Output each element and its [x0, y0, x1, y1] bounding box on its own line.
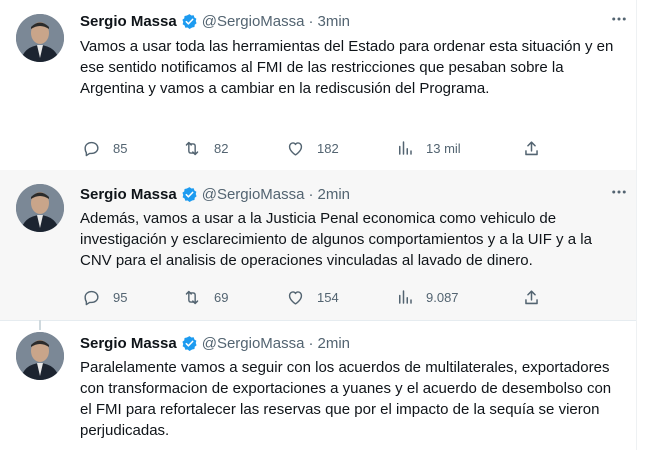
tweet[interactable]: Sergio Massa @SergioMassa · 2min Paralel… [0, 320, 650, 450]
verified-icon [181, 13, 198, 30]
more-icon[interactable] [608, 8, 630, 30]
views-button[interactable]: 13 mil [396, 136, 461, 160]
share-button[interactable] [522, 285, 541, 309]
author-name[interactable]: Sergio Massa [80, 13, 177, 30]
author-handle[interactable]: @SergioMassa [202, 13, 305, 30]
reply-button[interactable]: 85 [82, 136, 127, 160]
reply-icon [82, 139, 101, 158]
retweet-button[interactable]: 82 [182, 136, 228, 160]
views-icon [396, 139, 414, 157]
share-button[interactable] [522, 136, 541, 160]
timestamp[interactable]: 2min [318, 335, 351, 352]
tweet-thread: Sergio Massa @SergioMassa · 3min Vamos a… [0, 0, 650, 450]
thread-line [39, 320, 41, 330]
reply-icon [82, 288, 101, 307]
views-count: 9.087 [426, 289, 459, 305]
avatar[interactable] [16, 332, 64, 380]
retweet-icon [182, 139, 202, 158]
scrollbar-track[interactable] [636, 0, 650, 450]
retweet-count: 69 [214, 289, 229, 305]
views-icon [396, 288, 414, 306]
tweet-actions: 95 69 154 9.087 [80, 285, 560, 309]
tweet-header: Sergio Massa @SergioMassa · 2min [80, 183, 630, 205]
like-icon [286, 288, 305, 307]
timestamp[interactable]: 3min [318, 13, 351, 30]
author-name[interactable]: Sergio Massa [80, 335, 177, 352]
tweet-actions: 85 82 182 13 mil [80, 136, 560, 160]
avatar[interactable] [16, 14, 64, 62]
like-icon [286, 139, 305, 158]
tweet-header: Sergio Massa @SergioMassa · 3min [80, 10, 630, 32]
share-icon [522, 139, 541, 158]
views-button[interactable]: 9.087 [396, 285, 459, 309]
author-handle[interactable]: @SergioMassa [202, 186, 305, 203]
separator-dot: · [308, 12, 314, 30]
like-button[interactable]: 182 [286, 136, 339, 160]
tweet[interactable]: Sergio Massa @SergioMassa · 2min Además,… [0, 170, 650, 320]
separator-dot: · [308, 334, 314, 352]
author-handle[interactable]: @SergioMassa [202, 335, 305, 352]
tweet-text: Vamos a usar toda las herramientas del E… [80, 38, 614, 97]
retweet-button[interactable]: 69 [182, 285, 228, 309]
like-count: 154 [317, 289, 339, 305]
retweet-count: 82 [214, 140, 229, 156]
share-icon [522, 288, 541, 307]
tweet-header: Sergio Massa @SergioMassa · 2min [80, 332, 630, 354]
tweet-text: Además, vamos a usar a la Justicia Penal… [80, 210, 592, 269]
verified-icon [181, 335, 198, 352]
timestamp[interactable]: 2min [318, 186, 351, 203]
reply-button[interactable]: 95 [82, 285, 127, 309]
reply-count: 95 [113, 289, 128, 305]
like-button[interactable]: 154 [286, 285, 339, 309]
retweet-icon [182, 288, 202, 307]
like-count: 182 [317, 140, 339, 156]
reply-count: 85 [113, 140, 128, 156]
author-name[interactable]: Sergio Massa [80, 186, 177, 203]
tweet-text: Paralelamente vamos a seguir con los acu… [80, 359, 612, 439]
verified-icon [181, 186, 198, 203]
more-icon[interactable] [608, 181, 630, 203]
separator-dot: · [308, 185, 314, 203]
avatar[interactable] [16, 184, 64, 232]
tweet[interactable]: Sergio Massa @SergioMassa · 3min Vamos a… [0, 0, 650, 170]
views-count: 13 mil [426, 140, 461, 156]
